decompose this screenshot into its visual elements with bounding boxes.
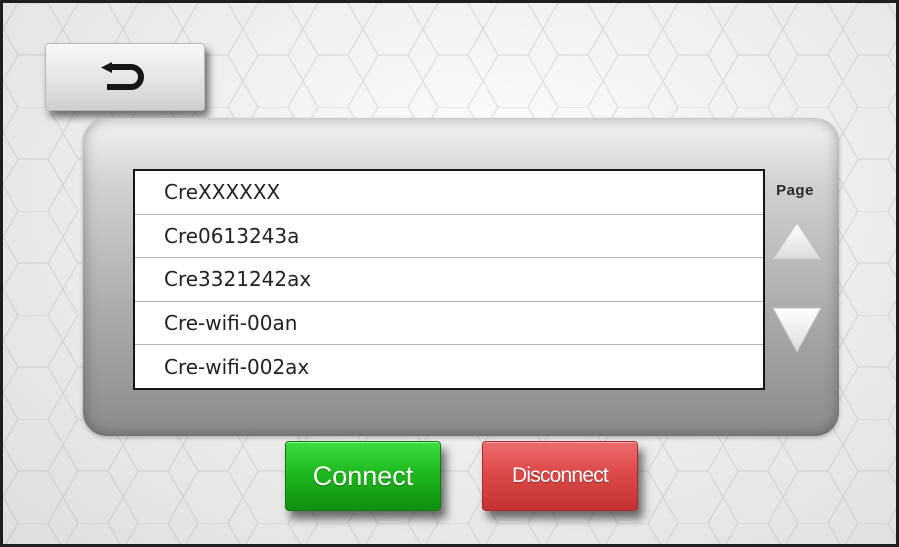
page-label: Page <box>776 182 814 199</box>
triangle-down-icon <box>772 307 822 354</box>
wifi-network-item[interactable]: Cre-wifi-002ax <box>135 345 763 388</box>
wifi-network-item[interactable]: CreXXXXXX <box>135 171 763 215</box>
connect-button[interactable]: Connect <box>285 441 441 511</box>
wifi-network-item[interactable]: Cre3321242ax <box>135 258 763 302</box>
page-up-button[interactable] <box>771 221 823 261</box>
disconnect-button[interactable]: Disconnect <box>482 441 638 511</box>
wifi-network-item[interactable]: Cre0613243a <box>135 215 763 259</box>
page-down-button[interactable] <box>771 306 823 354</box>
wifi-network-list: CreXXXXXX Cre0613243a Cre3321242ax Cre-w… <box>133 169 765 390</box>
wifi-network-item[interactable]: Cre-wifi-00an <box>135 302 763 346</box>
triangle-up-icon <box>772 222 822 260</box>
wifi-settings-screen: CreXXXXXX Cre0613243a Cre3321242ax Cre-w… <box>0 0 899 547</box>
back-button[interactable] <box>45 43 205 111</box>
return-arrow-icon <box>101 62 144 90</box>
